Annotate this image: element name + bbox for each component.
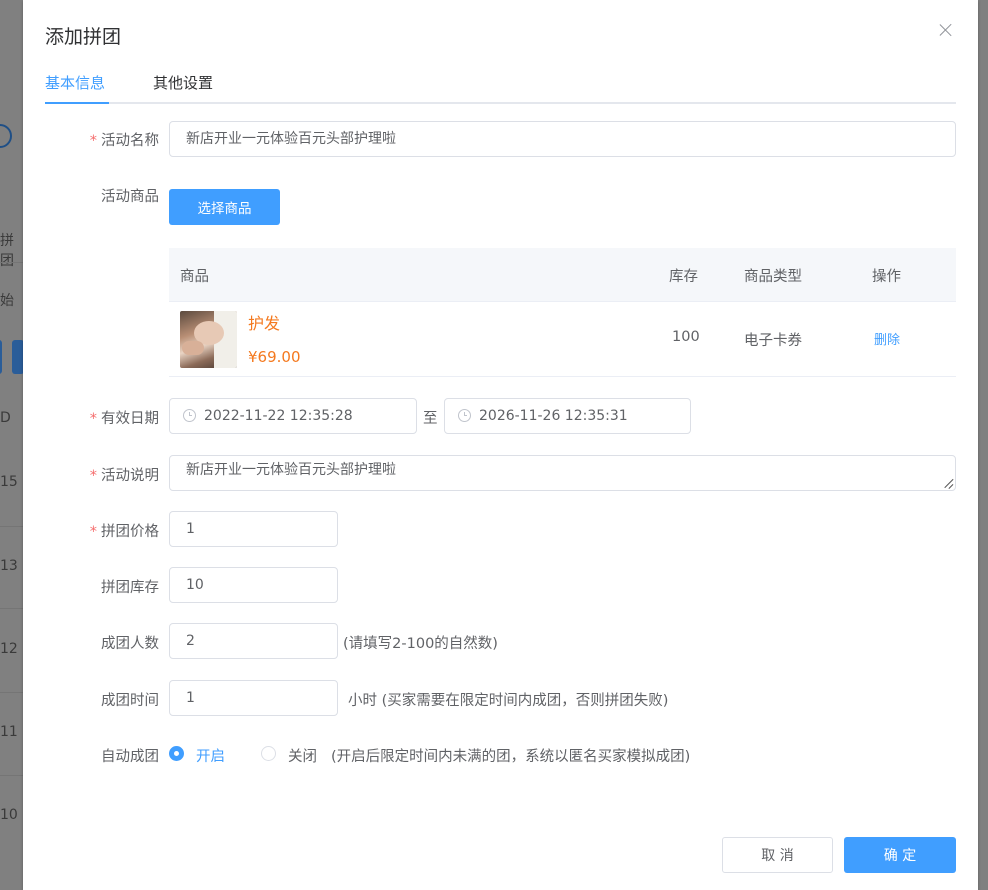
table-header-type: 商品类型 [744, 269, 802, 285]
tab-basic-info[interactable]: 基本信息 [45, 72, 105, 93]
add-group-buy-dialog: 添加拼团 基本信息 其他设置 * 活动名称 新店开业一元体验百元头部护理啦 活动商… [23, 0, 978, 890]
group-price-label: * 拼团价格 [89, 524, 159, 540]
end-date-input[interactable]: 2026-11-26 12:35:31 [444, 398, 691, 434]
background-text: 15 [0, 474, 18, 490]
tab-other-settings[interactable]: 其他设置 [153, 72, 213, 93]
product-thumbnail [180, 311, 237, 368]
start-date-input[interactable]: 2022-11-22 12:35:28 [169, 398, 417, 434]
group-price-input[interactable]: 1 [169, 511, 338, 547]
auto-group-off-radio[interactable] [261, 746, 276, 761]
auto-group-off-label[interactable]: 关闭 [288, 745, 317, 766]
background-text: 12 [0, 641, 18, 657]
background-text: 13 [0, 558, 18, 574]
description-textarea[interactable]: 新店开业一元体验百元头部护理啦 [169, 455, 956, 491]
group-size-input[interactable]: 2 [169, 623, 338, 659]
auto-group-on-radio[interactable] [169, 746, 184, 761]
auto-group-hint: (开启后限定时间内未满的团，系统以匿名买家模拟成团) [331, 749, 691, 765]
clock-icon [458, 409, 471, 422]
group-size-label: 成团人数 [101, 636, 159, 652]
background-text: 10 [0, 807, 18, 823]
background-text: 始 [0, 293, 14, 309]
group-time-hint: 小时 (买家需要在限定时间内成团，否则拼团失败) [348, 693, 669, 709]
group-size-hint: (请填写2-100的自然数) [343, 636, 498, 652]
product-price: ¥69.00 [248, 348, 301, 366]
activity-goods-label: 活动商品 [101, 189, 159, 205]
date-separator: 至 [423, 411, 438, 427]
description-label: * 活动说明 [89, 468, 159, 484]
active-tab-indicator [45, 102, 109, 104]
group-time-label: 成团时间 [101, 693, 159, 709]
goods-table-header: 商品 库存 商品类型 操作 [169, 248, 956, 302]
group-stock-input[interactable]: 10 [169, 567, 338, 603]
goods-table: 商品 库存 商品类型 操作 护发 ¥69.00 100 电子卡券 删除 [169, 248, 956, 377]
table-header-action: 操作 [872, 269, 901, 285]
product-name: 护发 [248, 314, 281, 333]
background-text: 拼团 [0, 233, 14, 269]
clock-icon [183, 409, 196, 422]
confirm-button[interactable]: 确 定 [844, 837, 956, 873]
auto-group-on-label[interactable]: 开启 [196, 745, 225, 766]
activity-name-input[interactable]: 新店开业一元体验百元头部护理啦 [169, 121, 956, 157]
close-icon[interactable] [938, 22, 954, 38]
resize-handle-icon[interactable] [943, 478, 953, 488]
table-header-goods: 商品 [180, 269, 209, 285]
delete-product-link[interactable]: 删除 [874, 329, 900, 348]
auto-group-label: 自动成团 [101, 749, 159, 765]
group-stock-label: 拼团库存 [101, 580, 159, 596]
table-header-stock: 库存 [669, 269, 698, 285]
dialog-title: 添加拼团 [45, 26, 122, 48]
cancel-button[interactable]: 取 消 [722, 837, 833, 873]
product-type: 电子卡券 [744, 333, 802, 349]
background-circle-icon [0, 124, 12, 148]
product-stock: 100 [672, 329, 700, 345]
select-goods-button[interactable]: 选择商品 [169, 189, 280, 225]
dialog-tabs: 基本信息 其他设置 [45, 64, 956, 104]
table-row: 护发 ¥69.00 100 电子卡券 删除 [169, 302, 956, 377]
activity-name-label: * 活动名称 [89, 133, 159, 149]
background-text: D [0, 410, 11, 426]
group-time-input[interactable]: 1 [169, 680, 338, 716]
valid-date-label: * 有效日期 [89, 411, 159, 427]
background-text: 11 [0, 724, 18, 740]
